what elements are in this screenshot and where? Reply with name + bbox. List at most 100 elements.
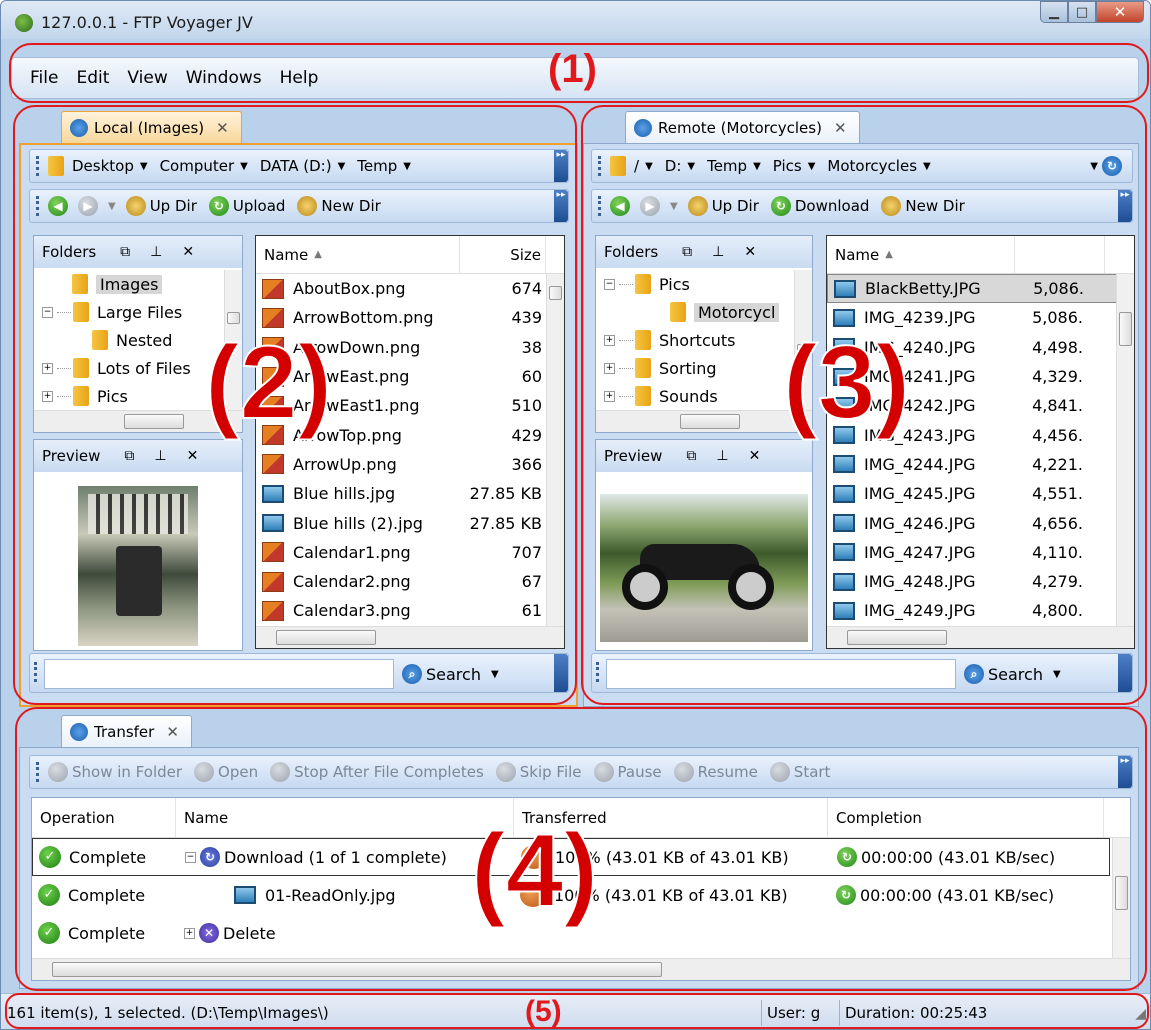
chevron-down-icon[interactable]: ▼ [491, 669, 499, 680]
up-dir-button[interactable]: Up Dir [687, 196, 759, 216]
resize-grip-icon[interactable]: ◢ [1135, 1006, 1146, 1022]
folders-hscrollbar[interactable] [596, 410, 812, 432]
crumb-temp[interactable]: Temp ▼ [707, 157, 761, 175]
stop-after-button[interactable]: Stop After File Completes [270, 762, 484, 782]
file-row[interactable]: BlackBetty.JPG 5,086. [827, 274, 1134, 304]
file-row[interactable]: Blue hills.jpg 27.85 KB [256, 479, 564, 508]
start-button[interactable]: Start [769, 762, 830, 782]
file-row[interactable]: IMG_4240.JPG 4,498. [827, 333, 1134, 362]
expand-icon[interactable]: + [42, 362, 53, 374]
back-icon[interactable]: ◀ [48, 196, 68, 216]
collapse-icon[interactable]: − [604, 278, 615, 290]
tree-item-pics[interactable]: − Pics [604, 270, 790, 298]
tab-remote[interactable]: Remote (Motorcycles) ✕ [625, 111, 860, 143]
col-name[interactable]: Name ▲ [256, 236, 460, 273]
skip-file-button[interactable]: Skip File [495, 762, 582, 782]
col-operation[interactable]: Operation [32, 798, 176, 837]
close-button[interactable]: ✕ [1096, 1, 1144, 23]
crumb-root[interactable]: / ▼ [634, 157, 653, 175]
file-row[interactable]: ArrowBottom.png 439 [256, 303, 564, 332]
expand-icon[interactable]: + [604, 334, 615, 346]
local-search-input[interactable] [44, 659, 394, 689]
new-dir-button[interactable]: New Dir [881, 196, 965, 216]
file-row[interactable]: IMG_4244.JPG 4,221. [827, 450, 1134, 479]
tree-item-sounds[interactable]: + Sounds [604, 382, 790, 410]
forward-icon[interactable]: ▶ [640, 196, 660, 216]
toolbar-grip[interactable] [36, 196, 40, 216]
tree-item-lots-of-files[interactable]: + Lots of Files [42, 354, 220, 382]
crumb-temp[interactable]: Temp ▼ [357, 157, 411, 175]
chevron-down-icon[interactable]: ▼ [240, 161, 248, 172]
toolbar-grip[interactable] [598, 156, 602, 176]
file-row[interactable]: Calendar3.png 61 [256, 596, 564, 624]
toolbar-grip[interactable] [34, 662, 38, 682]
file-row[interactable]: ArrowTop.png 429 [256, 420, 564, 449]
scroll-thumb[interactable] [1119, 312, 1132, 346]
tab-local[interactable]: Local (Images) ✕ [61, 111, 242, 143]
tab-transfer[interactable]: Transfer ✕ [61, 715, 192, 747]
menu-file[interactable]: File [30, 68, 58, 88]
show-in-folder-button[interactable]: Show in Folder [48, 762, 182, 782]
file-row[interactable]: ArrowUp.png 366 [256, 450, 564, 479]
chevron-down-icon[interactable]: ▼ [687, 161, 695, 172]
forward-icon[interactable]: ▶ [78, 196, 98, 216]
pane-pin-icons[interactable]: ⧉⊥✕ [120, 244, 214, 260]
folders-hscrollbar[interactable] [34, 410, 242, 432]
pane-pin-icons[interactable]: ⧉⊥✕ [682, 244, 776, 260]
transfer-row[interactable]: ✓ Complete + ✕ Delete [32, 914, 1130, 952]
file-row[interactable]: IMG_4246.JPG 4,656. [827, 508, 1134, 537]
chevron-down-icon[interactable]: ▼ [1053, 669, 1061, 680]
col-name[interactable]: Name ▲ [827, 236, 1015, 273]
scroll-thumb[interactable] [680, 414, 740, 429]
col-size[interactable] [1015, 236, 1105, 273]
scroll-thumb[interactable] [1115, 876, 1128, 910]
crumb-d[interactable]: D: ▼ [665, 157, 695, 175]
open-button[interactable]: Open [194, 762, 258, 782]
new-dir-button[interactable]: New Dir [297, 196, 381, 216]
folders-vscrollbar[interactable] [794, 270, 812, 410]
col-completion[interactable]: Completion [828, 798, 1104, 837]
scroll-thumb[interactable] [124, 414, 184, 429]
toolbar-grip[interactable] [596, 662, 600, 682]
crumb-motorcycles[interactable]: Motorcycles ▼ [827, 157, 930, 175]
crumb-computer[interactable]: Computer ▼ [160, 157, 248, 175]
refresh-icon[interactable]: ↻ [1102, 156, 1122, 176]
expand-icon[interactable]: + [604, 362, 615, 374]
crumb-data[interactable]: DATA (D:) ▼ [260, 157, 345, 175]
toolbar-grip[interactable] [36, 762, 40, 782]
toolbar-overflow-icon[interactable]: ▸▸ [554, 190, 568, 222]
file-row[interactable]: IMG_4245.JPG 4,551. [827, 479, 1134, 508]
expand-icon[interactable]: + [604, 390, 615, 402]
file-row[interactable]: IMG_4242.JPG 4,841. [827, 391, 1134, 420]
remote-list-hscrollbar[interactable] [827, 626, 1134, 648]
tree-item-images[interactable]: Images [42, 270, 220, 298]
scroll-thumb[interactable] [276, 630, 376, 645]
toolbar-overflow-icon[interactable]: ▸▸ [1118, 756, 1132, 788]
chevron-down-icon[interactable]: ▼ [645, 161, 653, 172]
tree-item-large-files[interactable]: − Large Files [42, 298, 220, 326]
local-search-button[interactable]: ⌕ Search ▼ [402, 659, 499, 689]
back-icon[interactable]: ◀ [610, 196, 630, 216]
transfer-row[interactable]: ✓ Complete 01-ReadOnly.jpg 100% (43.01 KB… [32, 876, 1130, 914]
file-row[interactable]: IMG_4249.JPG 4,800. [827, 596, 1134, 624]
col-size[interactable]: Size [460, 236, 546, 273]
chevron-down-icon[interactable]: ▼ [923, 161, 931, 172]
pause-button[interactable]: Pause [593, 762, 662, 782]
remote-search-button[interactable]: ⌕ Search ▼ [964, 659, 1061, 689]
minimize-button[interactable]: ▁ [1040, 1, 1068, 23]
tree-item-motorcycles[interactable]: Motorcycl [604, 298, 790, 326]
chevron-down-icon[interactable]: ▼ [670, 201, 678, 212]
scroll-thumb[interactable] [847, 630, 947, 645]
download-button[interactable]: ↻ Download [770, 196, 869, 216]
scroll-thumb[interactable] [52, 962, 662, 977]
toolbar-grip[interactable] [36, 156, 40, 176]
tree-item-sorting[interactable]: + Sorting [604, 354, 790, 382]
menu-help[interactable]: Help [280, 68, 319, 88]
file-row[interactable]: IMG_4247.JPG 4,110. [827, 538, 1134, 567]
remote-search-input[interactable] [606, 659, 956, 689]
file-row[interactable]: Calendar1.png 707 [256, 538, 564, 567]
chevron-down-icon[interactable]: ▼ [338, 161, 346, 172]
chevron-down-icon[interactable]: ▼ [1090, 161, 1098, 172]
crumb-pics[interactable]: Pics ▼ [773, 157, 816, 175]
file-row[interactable]: ArrowEast1.png 510 [256, 391, 564, 420]
